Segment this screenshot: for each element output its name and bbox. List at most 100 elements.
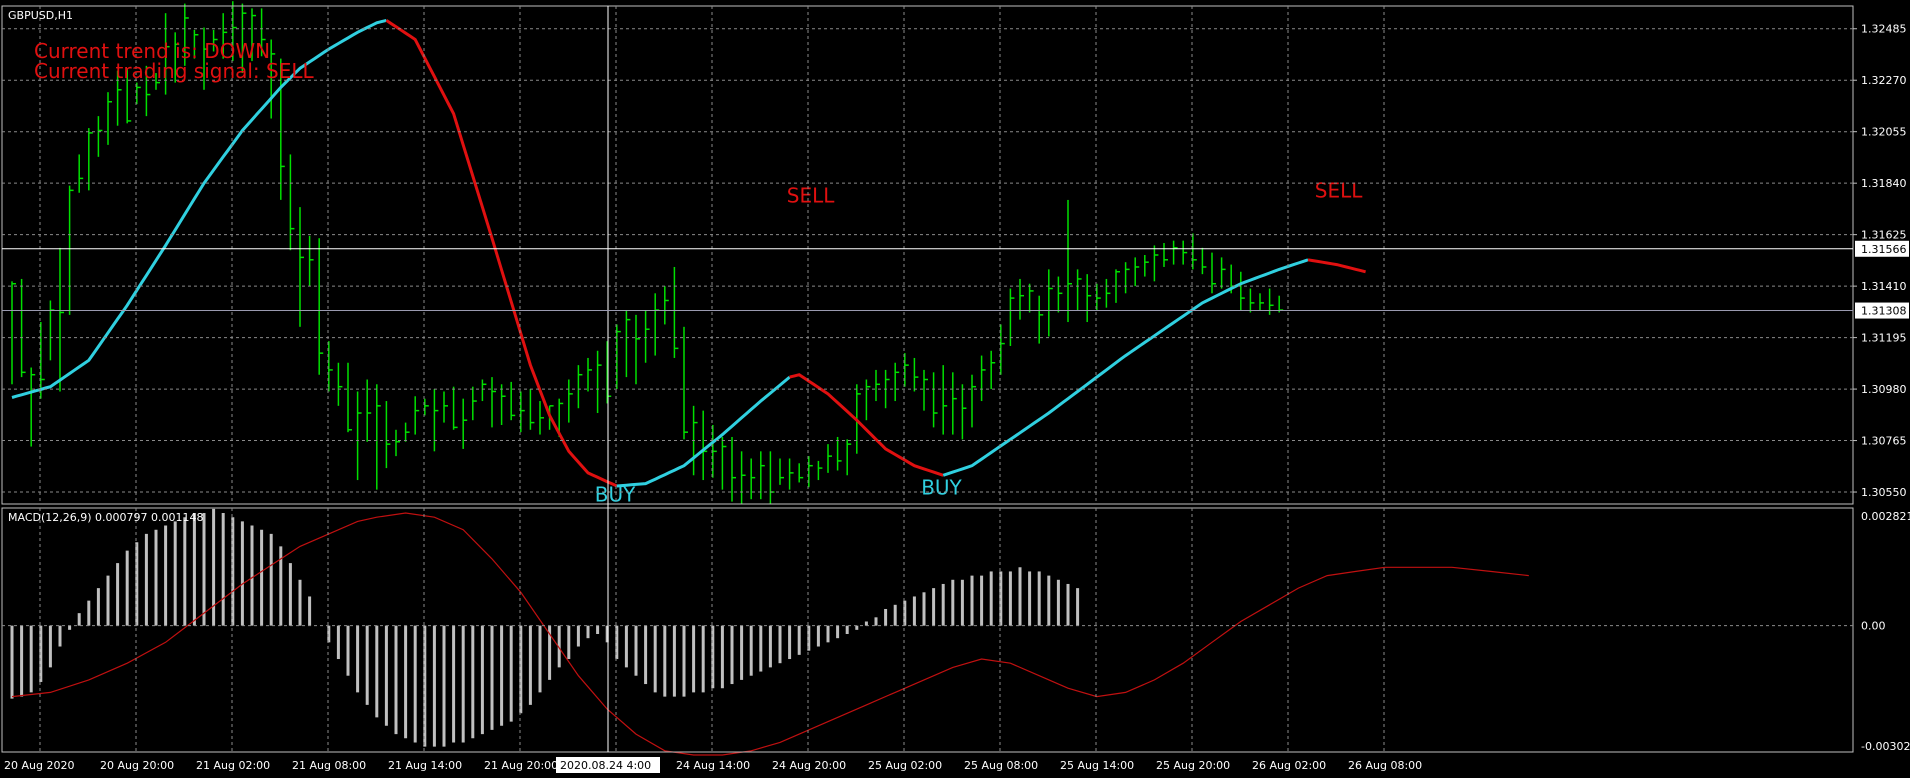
price-bar[interactable] <box>875 369 880 402</box>
price-bar[interactable] <box>1201 247 1207 275</box>
price-bar[interactable] <box>20 278 26 378</box>
price-bar[interactable] <box>1240 271 1245 311</box>
price-bar[interactable] <box>923 369 928 411</box>
price-bar[interactable] <box>1259 293 1264 311</box>
price-bar[interactable] <box>491 377 496 428</box>
price-bar[interactable] <box>683 326 688 440</box>
price-bar[interactable] <box>404 422 410 442</box>
price-bar[interactable] <box>433 389 439 452</box>
price-bar[interactable] <box>78 154 84 193</box>
price-bar[interactable] <box>337 362 343 406</box>
macd-panel[interactable] <box>10 508 1529 756</box>
price-bar[interactable] <box>59 247 64 392</box>
price-bar[interactable] <box>971 374 976 428</box>
price-bar[interactable] <box>510 381 516 421</box>
price-bar[interactable] <box>520 391 525 433</box>
price-bar[interactable] <box>558 398 564 437</box>
price-bar[interactable] <box>712 424 717 478</box>
price-bar[interactable] <box>664 286 669 325</box>
price-bar[interactable] <box>1182 240 1188 265</box>
price-bar[interactable] <box>654 293 660 356</box>
price-bar[interactable] <box>299 207 304 327</box>
price-bar[interactable] <box>894 362 900 402</box>
price-bar[interactable] <box>1086 274 1092 323</box>
price-bar[interactable] <box>30 367 36 447</box>
price-bar[interactable] <box>596 350 602 414</box>
price-bar[interactable] <box>577 365 583 409</box>
price-bar[interactable] <box>443 391 448 423</box>
price-bar[interactable] <box>673 266 679 358</box>
price-bar[interactable] <box>961 384 967 440</box>
price-bar[interactable] <box>462 398 468 449</box>
price-bar[interactable] <box>414 396 420 435</box>
price-bar[interactable] <box>1057 276 1063 313</box>
price-bar[interactable] <box>328 341 333 392</box>
price-bar[interactable] <box>318 238 324 375</box>
price-bar[interactable] <box>769 451 775 504</box>
price-bar[interactable] <box>107 92 112 145</box>
price-bar[interactable] <box>740 451 746 504</box>
price-bar[interactable] <box>952 372 957 435</box>
price-bar[interactable] <box>481 379 487 402</box>
price-bar[interactable] <box>721 436 727 490</box>
price-bar[interactable] <box>990 350 996 390</box>
price-bar[interactable] <box>1105 278 1111 308</box>
price-bar[interactable] <box>702 410 708 481</box>
price-bar[interactable] <box>68 185 74 315</box>
price-bar[interactable] <box>865 379 871 421</box>
price-bar[interactable] <box>788 458 794 490</box>
price-bar[interactable] <box>529 389 535 430</box>
price-bar[interactable] <box>1134 257 1140 287</box>
price-bar[interactable] <box>1172 240 1178 265</box>
trading-chart[interactable]: BUY SELL BUY SELL 20 Aug 2020 20 Aug 20:00 21… <box>0 0 1910 778</box>
price-bar[interactable] <box>1067 199 1072 323</box>
price-bar[interactable] <box>1211 252 1216 294</box>
price-bar[interactable] <box>11 281 16 385</box>
price-bar[interactable] <box>942 365 948 435</box>
price-bar[interactable] <box>1076 269 1082 311</box>
price-bar[interactable] <box>1144 255 1149 277</box>
price-bar[interactable] <box>568 379 573 423</box>
price-bar[interactable] <box>644 310 650 363</box>
price-bar[interactable] <box>846 439 852 476</box>
price-bar[interactable] <box>88 128 93 191</box>
price-bar[interactable] <box>625 310 631 378</box>
price-bar[interactable] <box>913 357 919 392</box>
price-bar[interactable] <box>980 355 986 402</box>
price-bar[interactable] <box>817 460 823 481</box>
price-bar[interactable] <box>1163 243 1168 267</box>
price-bar[interactable] <box>1028 283 1034 313</box>
price-bar[interactable] <box>308 235 314 287</box>
price-bar[interactable] <box>836 436 842 471</box>
price-bar[interactable] <box>1192 233 1197 270</box>
price-bar[interactable] <box>376 384 381 490</box>
price-bar[interactable] <box>500 384 506 425</box>
price-bar[interactable] <box>472 386 477 421</box>
price-bar[interactable] <box>1048 269 1053 337</box>
price-bar[interactable] <box>779 458 784 485</box>
price-bar[interactable] <box>1124 262 1130 294</box>
price-bar[interactable] <box>452 386 458 430</box>
price-bar[interactable] <box>1019 278 1024 320</box>
price-bar[interactable] <box>395 429 400 457</box>
price-bar[interactable] <box>1153 245 1159 282</box>
price-bar[interactable] <box>1220 257 1226 289</box>
price-bar[interactable] <box>1249 288 1255 313</box>
price-bar[interactable] <box>827 444 832 473</box>
price-bar[interactable] <box>289 154 295 251</box>
price-bar[interactable] <box>136 82 141 105</box>
price-bar[interactable] <box>904 353 909 387</box>
price-bar[interactable] <box>932 372 938 428</box>
price-bar[interactable] <box>1278 295 1284 313</box>
price-bar[interactable] <box>1096 283 1101 311</box>
price-bar[interactable] <box>1000 324 1005 375</box>
price-bar[interactable] <box>587 357 592 392</box>
price-bar[interactable] <box>750 458 756 500</box>
price-bar[interactable] <box>356 391 362 481</box>
price-bar[interactable] <box>539 401 544 435</box>
price-bar[interactable] <box>347 362 352 433</box>
price-bar[interactable] <box>385 401 391 469</box>
price-bar[interactable] <box>1038 295 1044 344</box>
price-bar[interactable] <box>616 324 621 390</box>
price-bar[interactable] <box>49 300 55 361</box>
